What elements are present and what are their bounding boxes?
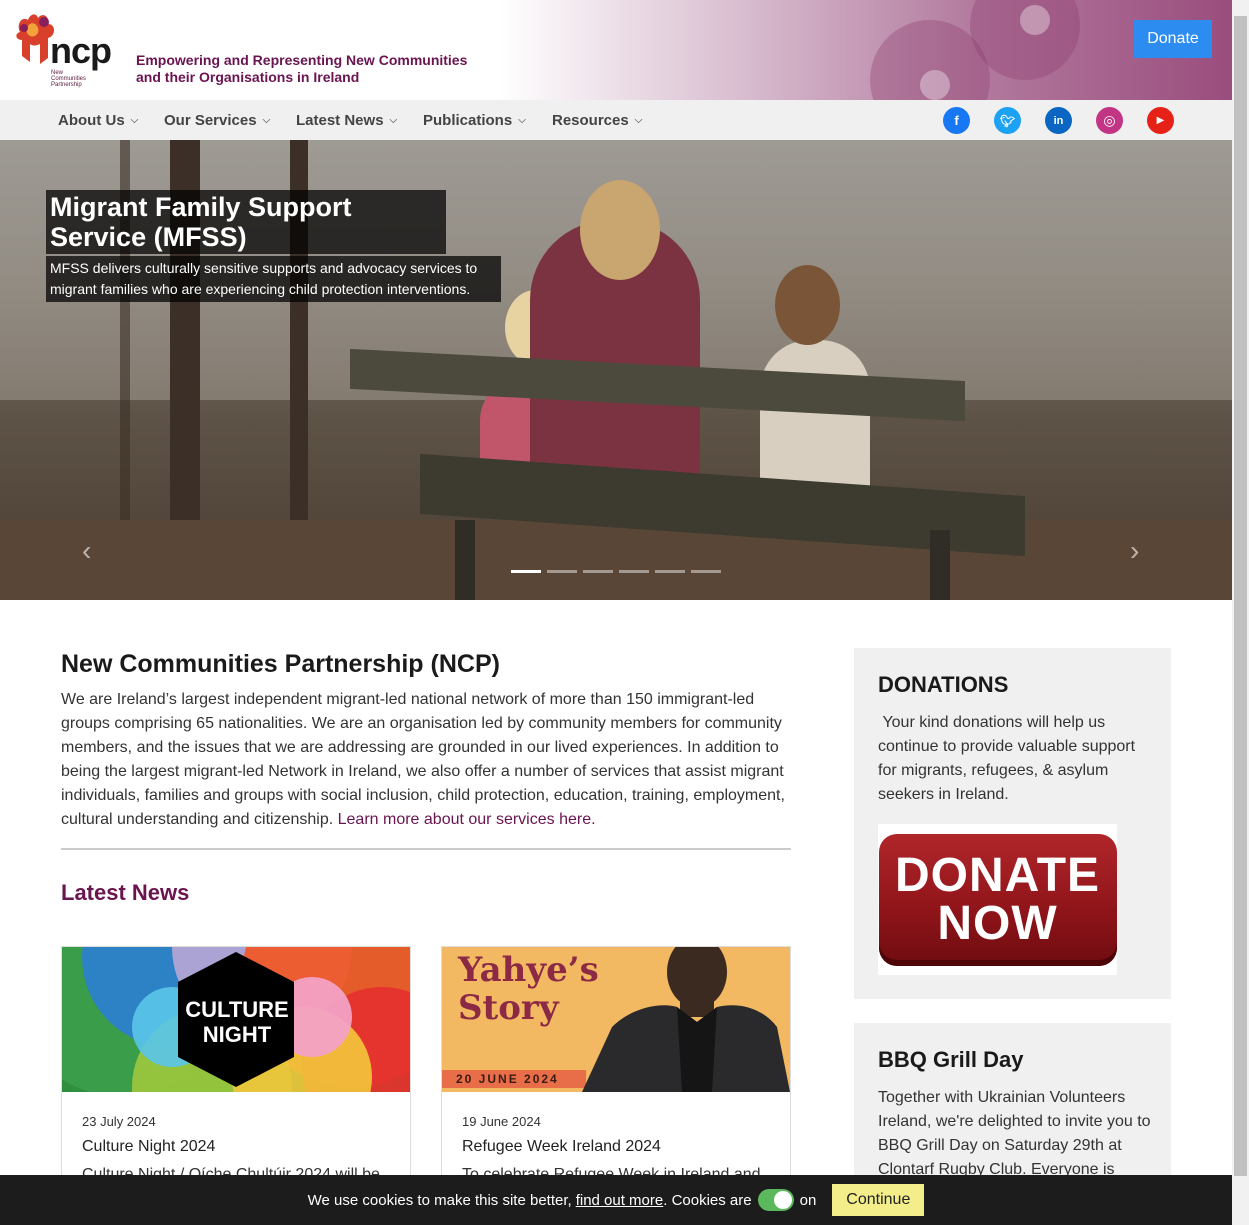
cookie-state: on [799,1191,817,1209]
cookie-find-out-more-link[interactable]: find out more [576,1192,664,1209]
person-photo [582,947,790,1092]
bbq-title: BBQ Grill Day [878,1047,1024,1072]
divider [61,848,791,850]
chevron-down-icon: ⌵ [389,114,398,126]
cookie-toggle[interactable] [757,1189,794,1211]
carousel-dot[interactable] [583,570,613,573]
logo-subtitle-text: New Communities Partnership [51,70,87,88]
nav-publications[interactable]: Publications ⌵ [423,100,526,140]
cookie-text: We use cookies to make this site better, [307,1191,572,1209]
site-tagline: Empowering and Representing New Communit… [136,52,467,86]
bbq-widget: BBQ Grill Day Together with Ukrainian Vo… [854,1023,1171,1183]
logo-subtitle: New Communities Partnership [51,70,95,88]
intro-text: We are Ireland’s largest independent mig… [61,691,785,828]
culture-night-image[interactable]: CULTURE NIGHT [62,947,410,1092]
nav-our-services[interactable]: Our Services ⌵ [164,100,270,140]
carousel-next-icon[interactable]: › [1130,535,1150,566]
intro-paragraph: We are Ireland’s largest independent mig… [61,688,793,832]
logo-wordmark[interactable]: ncp [50,30,112,72]
donations-widget: DONATIONS Your kind donations will help … [854,648,1171,999]
carousel-indicators [511,570,721,573]
carousel-dot[interactable] [691,570,721,573]
card-title[interactable]: Culture Night 2024 [82,1138,215,1156]
cookie-continue-button[interactable]: Continue [832,1184,925,1216]
scrollbar-thumb[interactable] [1234,16,1247,1176]
donate-now-image[interactable]: DONATE NOW [878,824,1117,975]
card-title[interactable]: Refugee Week Ireland 2024 [462,1138,661,1156]
chevron-down-icon: ⌵ [518,114,526,126]
nav-label: Latest News [296,111,384,129]
yahye-story-date: 20 JUNE 2024 [442,1070,586,1088]
header-decoration [500,0,1232,100]
cookie-bar: We use cookies to make this site better,… [0,1175,1232,1225]
hero-description: MFSS delivers culturally sensitive suppo… [46,256,501,302]
tagline-line-2: and their Organisations in Ireland [136,69,360,85]
carousel-dot[interactable] [619,570,649,573]
services-link[interactable]: Learn more about our services here. [338,811,596,828]
cookie-text-2: . Cookies are [663,1191,752,1209]
news-heading: Latest News [61,880,190,905]
nav-resources[interactable]: Resources ⌵ [552,100,642,140]
chevron-down-icon: ⌵ [262,114,271,126]
carousel-prev-icon[interactable]: ‹ [82,535,102,566]
bbq-text: Together with Ukrainian Volunteers Irela… [878,1089,1151,1178]
carousel-dot[interactable] [547,570,577,573]
nav-label: Publications [423,111,513,129]
donate-now-button-image: DONATE NOW [878,833,1117,966]
facebook-icon[interactable]: f [943,107,970,134]
linkedin-icon[interactable]: in [1045,107,1072,134]
nav-latest-news[interactable]: Latest News ⌵ [296,100,397,140]
youtube-icon[interactable]: ▶ [1147,107,1174,134]
news-card[interactable]: CULTURE NIGHT 23 July 2024 Culture Night… [61,946,411,1186]
twitter-icon[interactable]: 🐦︎ [994,107,1021,134]
carousel-dot[interactable] [655,570,685,573]
donations-title: DONATIONS [878,672,1009,697]
carousel-dot[interactable] [511,570,541,573]
donate-button[interactable]: Donate [1134,20,1212,58]
culture-night-image-text: CULTURE NIGHT [185,997,289,1047]
tagline-line-1: Empowering and Representing New Communit… [136,52,468,68]
nav-label: Resources [552,111,629,129]
page-title: New Communities Partnership (NCP) [61,650,500,678]
news-card[interactable]: Yahye’s Story 20 JUNE 2024 19 June 2024 … [441,946,791,1186]
site-header: ncp New Communities Partnership Empoweri… [0,0,1232,100]
hero-title[interactable]: Migrant Family Support Service (MFSS) [46,190,446,254]
yahye-story-image[interactable]: Yahye’s Story 20 JUNE 2024 [442,947,790,1092]
nav-about-us[interactable]: About Us ⌵ [58,100,138,140]
chevron-down-icon: ⌵ [634,114,643,126]
chevron-down-icon: ⌵ [130,114,139,126]
donations-text: Your kind donations will help us continu… [878,714,1140,803]
nav-label: About Us [58,111,125,129]
nav-label: Our Services [164,111,257,129]
card-date: 23 July 2024 [82,1114,156,1129]
card-date: 19 June 2024 [462,1114,541,1129]
instagram-icon[interactable]: ◎ [1096,107,1123,134]
